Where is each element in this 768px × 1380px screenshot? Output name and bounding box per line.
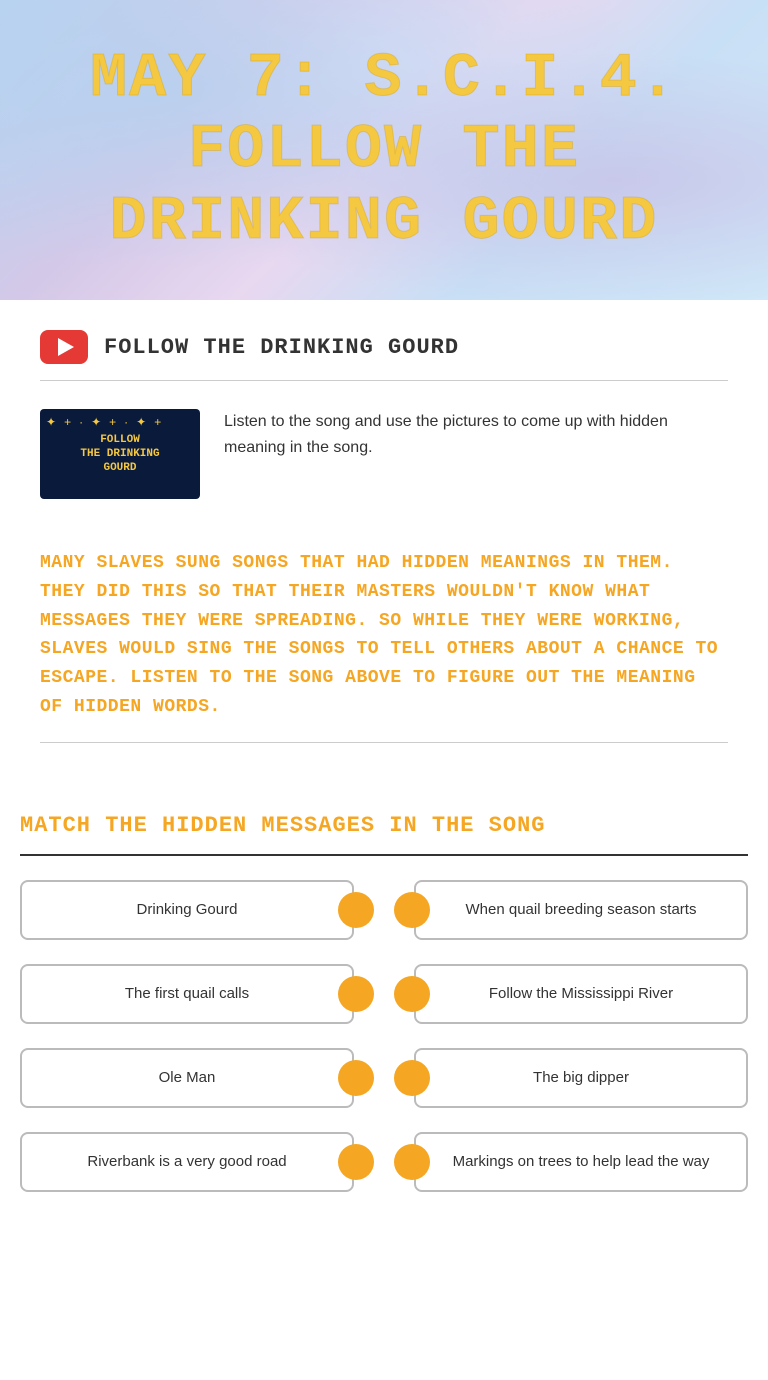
left-dot [338,1144,374,1180]
left-dot [338,892,374,928]
play-triangle-icon [58,338,74,356]
match-left-item[interactable]: Drinking Gourd [20,880,354,940]
match-right-item[interactable]: Markings on trees to help lead the way [414,1132,748,1192]
match-right-item[interactable]: The big dipper [414,1048,748,1108]
youtube-label: FOLLOW THE DRINKING GOURD [104,335,459,360]
match-title: MATCH THE HIDDEN MESSAGES IN THE SONG [20,813,748,838]
orange-paragraph: MANY SLAVES SUNG SONGS THAT HAD HIDDEN M… [40,539,728,743]
match-right-text: The big dipper [533,1069,629,1086]
match-right-item[interactable]: Follow the Mississippi River [414,964,748,1024]
right-dot [394,976,430,1012]
match-pair-row: The first quail calls Follow the Mississ… [20,964,748,1024]
match-grid: Drinking Gourd When quail breeding seaso… [20,880,748,1204]
match-left-text: Riverbank is a very good road [87,1153,286,1170]
right-dot [394,892,430,928]
match-pair-row: Ole Man The big dipper [20,1048,748,1108]
match-left-item[interactable]: Riverbank is a very good road [20,1132,354,1192]
match-right-text: Markings on trees to help lead the way [453,1153,710,1170]
youtube-header: FOLLOW THE DRINKING GOURD [40,330,728,381]
left-dot [338,1060,374,1096]
match-pair-row: Riverbank is a very good road Markings o… [20,1132,748,1192]
right-dot [394,1060,430,1096]
match-right-item[interactable]: When quail breeding season starts [414,880,748,940]
match-section: MATCH THE HIDDEN MESSAGES IN THE SONG Dr… [0,813,768,1244]
thumbnail-text: FOLLOWTHE DRINKINGGOURD [80,433,159,476]
youtube-icon[interactable] [40,330,88,364]
video-row: ✦+·✦ +·✦+ FOLLOWTHE DRINKINGGOURD Listen… [40,409,728,499]
content-section: FOLLOW THE DRINKING GOURD ✦+·✦ +·✦+ FOLL… [0,300,768,813]
match-left-text: Drinking Gourd [137,901,238,918]
match-left-item[interactable]: The first quail calls [20,964,354,1024]
match-left-text: Ole Man [159,1069,216,1086]
match-right-text: Follow the Mississippi River [489,985,673,1002]
match-divider [20,854,748,856]
match-left-item[interactable]: Ole Man [20,1048,354,1108]
right-dot [394,1144,430,1180]
left-dot [338,976,374,1012]
hero-title: MAY 7: S.C.I.4. FOLLOW THE DRINKING GOUR… [60,43,708,257]
match-pair-row: Drinking Gourd When quail breeding seaso… [20,880,748,940]
video-thumbnail[interactable]: ✦+·✦ +·✦+ FOLLOWTHE DRINKINGGOURD [40,409,200,499]
match-left-text: The first quail calls [125,985,249,1002]
match-right-text: When quail breeding season starts [466,901,697,918]
hero-section: MAY 7: S.C.I.4. FOLLOW THE DRINKING GOUR… [0,0,768,300]
video-description: Listen to the song and use the pictures … [224,409,728,460]
